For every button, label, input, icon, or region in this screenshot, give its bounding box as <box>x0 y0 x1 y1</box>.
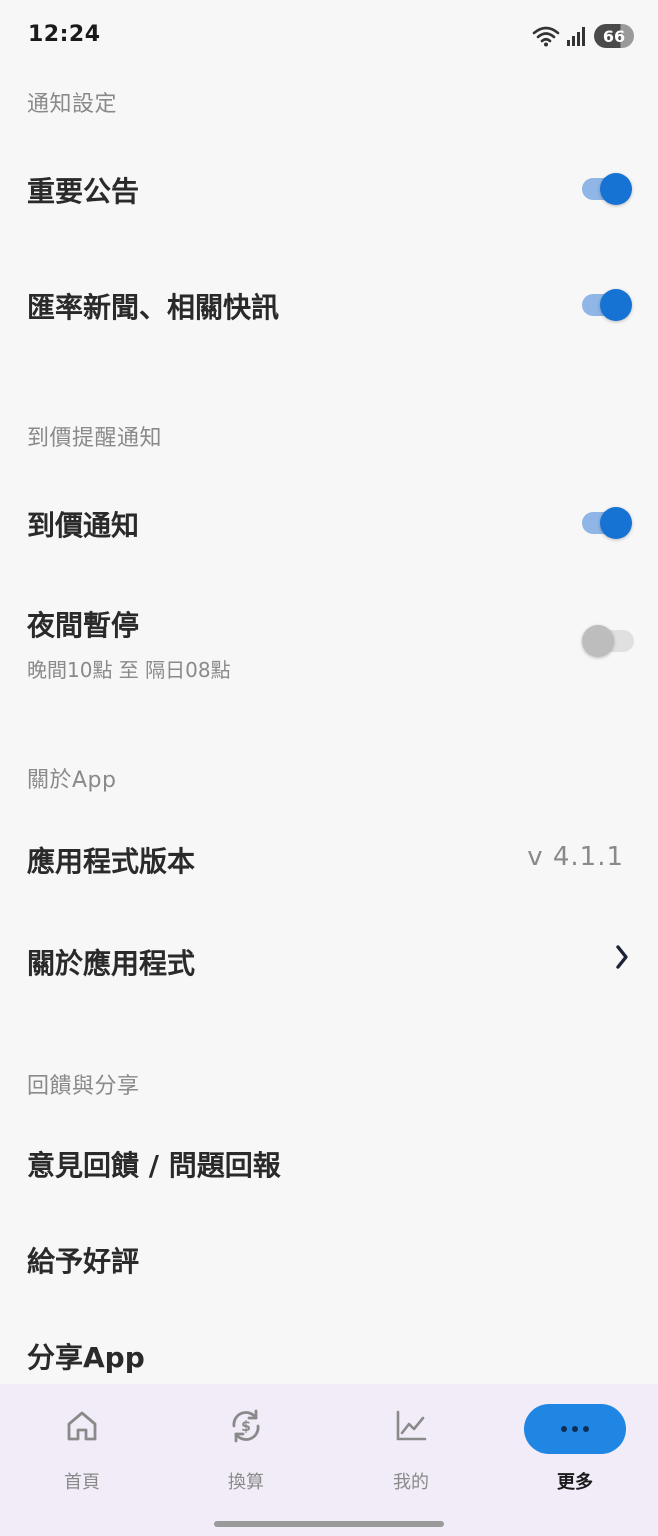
version-value: v 4.1.1 <box>527 842 624 872</box>
setting-title-share: 分享App <box>27 1341 145 1374</box>
setting-title-important: 重要公告 <box>27 175 140 208</box>
setting-row-important[interactable]: 重要公告 <box>0 160 658 220</box>
section-header-feedback: 回饋與分享 <box>27 1074 140 1099</box>
settings-screen: 12:24 66 通知設定 重要公告 匯率新聞、相關快訊 到價提醒通知 到價通知… <box>0 0 658 1536</box>
setting-row-share[interactable]: 分享App <box>0 1330 658 1384</box>
setting-title-price-notify: 到價通知 <box>27 509 140 542</box>
toggle-thumb <box>600 173 632 205</box>
setting-row-feedback-report[interactable]: 意見回饋 / 問題回報 <box>0 1136 658 1196</box>
nav-label-home: 首頁 <box>64 1472 100 1493</box>
toggle-thumb <box>600 289 632 321</box>
toggle-night-pause[interactable] <box>580 618 634 658</box>
nav-item-more[interactable]: 更多 <box>520 1406 630 1496</box>
setting-subtitle-night-pause: 晚間10點 至 隔日08點 <box>27 658 231 682</box>
svg-text:$: $ <box>241 1419 251 1435</box>
setting-row-news[interactable]: 匯率新聞、相關快訊 <box>0 278 658 338</box>
toggle-thumb <box>600 507 632 539</box>
nav-item-mine[interactable]: 我的 <box>356 1406 466 1496</box>
setting-row-price-notify[interactable]: 到價通知 <box>0 496 658 556</box>
setting-title-rate: 給予好評 <box>27 1245 140 1278</box>
nav-item-exchange[interactable]: $ 換算 <box>191 1406 301 1496</box>
toggle-price-notify[interactable] <box>580 500 634 540</box>
section-header-notifications: 通知設定 <box>27 92 118 117</box>
setting-title-about-app: 關於應用程式 <box>27 947 196 980</box>
nav-item-home[interactable]: 首頁 <box>27 1406 137 1496</box>
status-time: 12:24 <box>28 22 101 47</box>
chart-icon <box>396 1410 427 1441</box>
toggle-thumb <box>582 625 614 657</box>
setting-title-night-pause: 夜間暫停 <box>27 609 140 642</box>
setting-title-feedback-report: 意見回饋 / 問題回報 <box>27 1149 281 1182</box>
setting-title-version: 應用程式版本 <box>27 845 196 878</box>
nav-label-exchange: 換算 <box>228 1472 264 1493</box>
setting-row-night-pause[interactable]: 夜間暫停 晚間10點 至 隔日08點 <box>0 598 658 684</box>
toggle-news[interactable] <box>580 282 634 322</box>
setting-row-rate[interactable]: 給予好評 <box>0 1234 658 1294</box>
status-bar: 12:24 66 <box>0 0 658 72</box>
status-icons: 66 <box>532 22 634 50</box>
section-header-about: 關於App <box>27 768 117 793</box>
battery-icon: 66 <box>594 24 634 48</box>
home-icon <box>67 1411 97 1441</box>
signal-icon <box>567 27 585 46</box>
setting-title-news: 匯率新聞、相關快訊 <box>27 291 280 324</box>
nav-label-mine: 我的 <box>393 1472 429 1493</box>
wifi-icon <box>532 26 560 47</box>
home-indicator[interactable] <box>214 1521 444 1527</box>
chevron-right-icon <box>616 945 628 969</box>
bottom-nav: 首頁 $ 換算 我的 更多 <box>0 1384 658 1536</box>
toggle-important[interactable] <box>580 166 634 206</box>
setting-row-about-app[interactable]: 關於應用程式 <box>0 934 658 994</box>
nav-label-more: 更多 <box>557 1472 593 1493</box>
section-header-price-alert: 到價提醒通知 <box>27 426 163 451</box>
setting-row-version: 應用程式版本 v 4.1.1 <box>0 832 658 892</box>
currency-exchange-icon: $ <box>232 1409 260 1443</box>
